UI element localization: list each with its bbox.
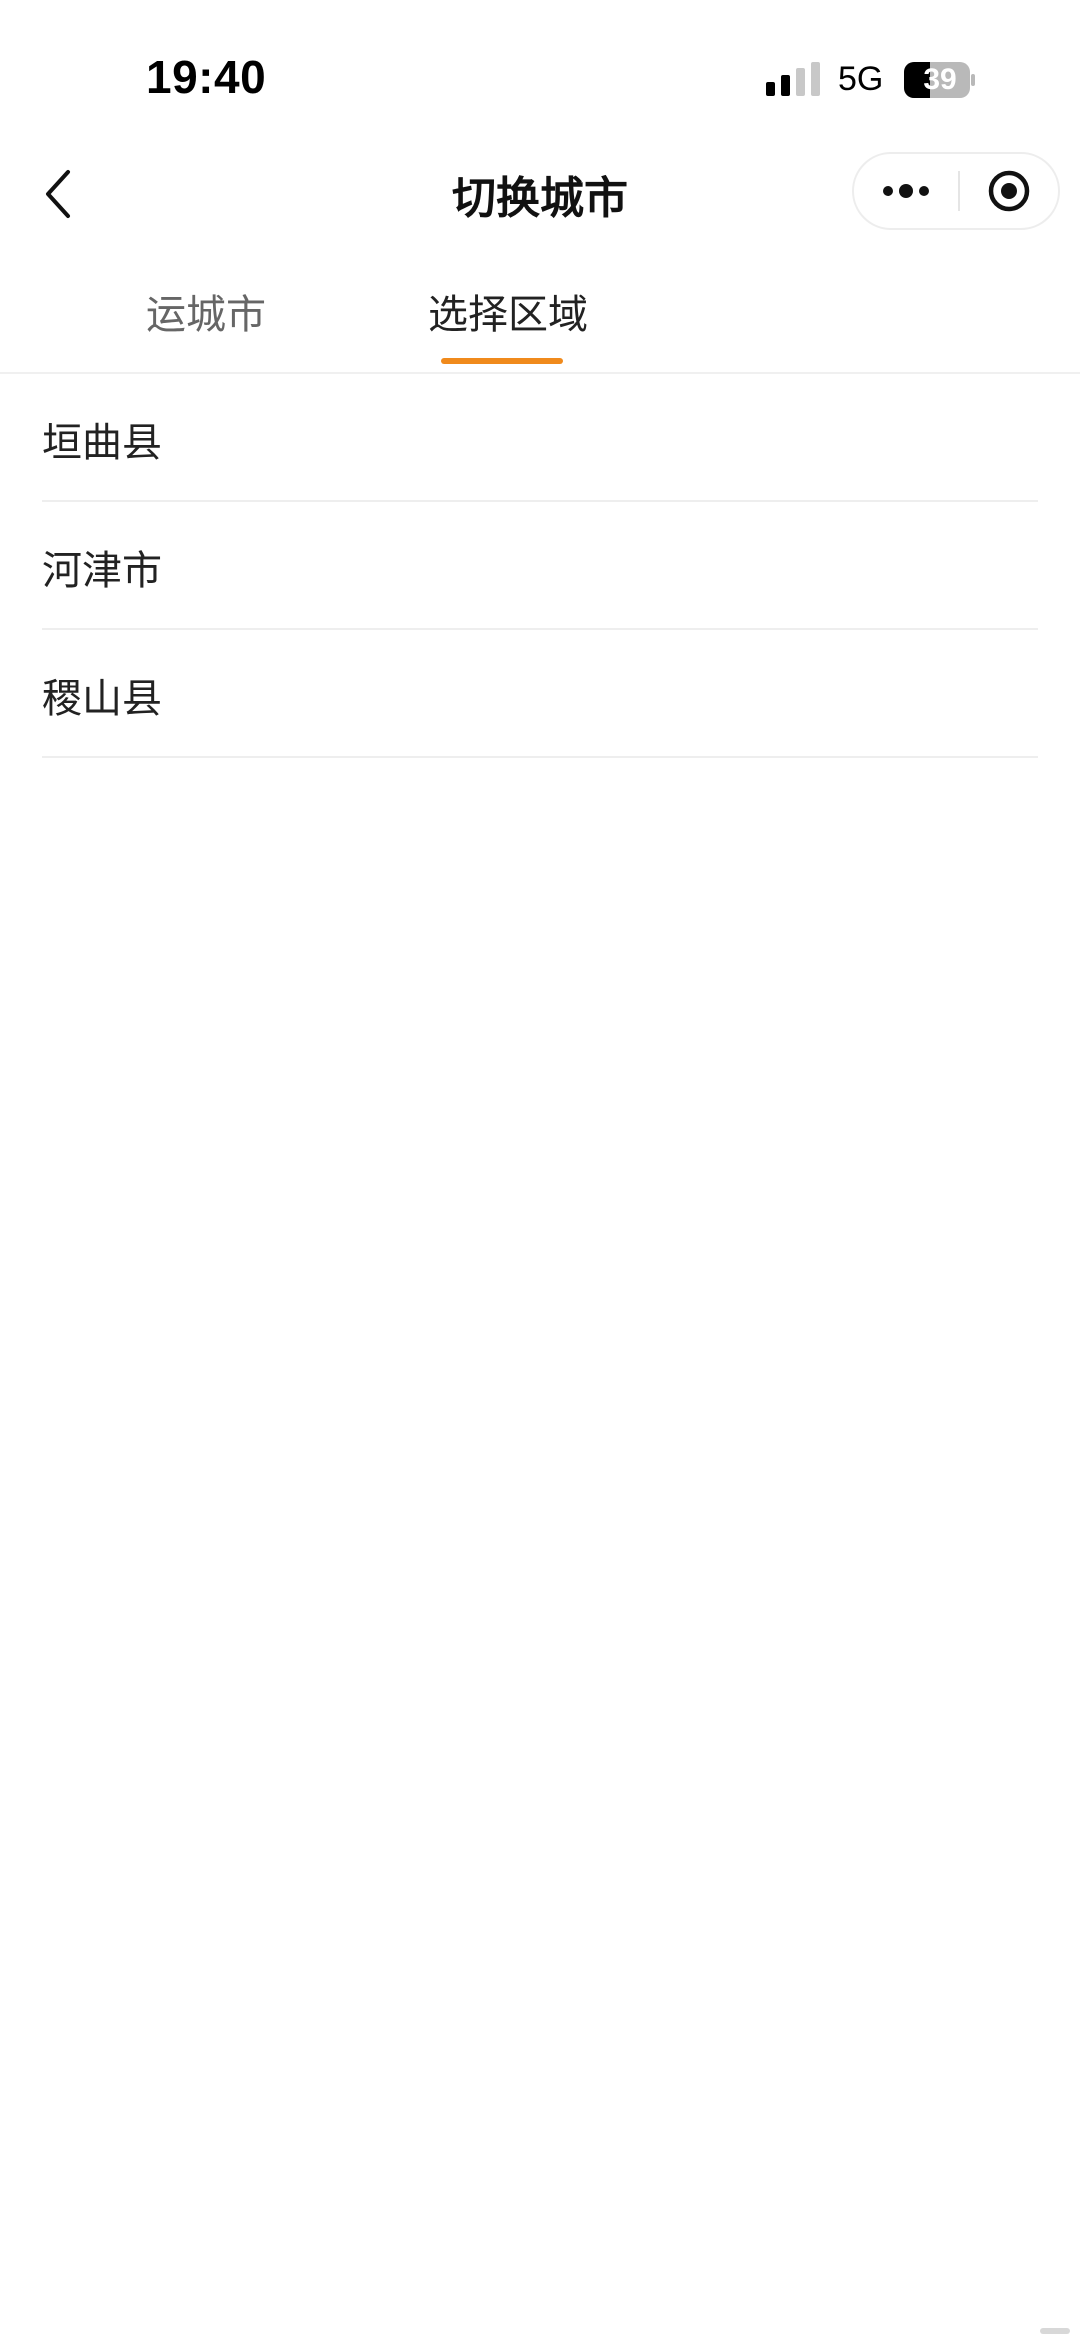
more-button[interactable] (854, 154, 958, 228)
target-circle-icon (988, 170, 1030, 212)
list-item-area[interactable]: 稷山县 (42, 630, 1038, 758)
status-bar: 19:40 5G 39 (0, 0, 1080, 140)
home-indicator (1040, 2328, 1070, 2334)
tab-bar: 运城市 选择区域 (0, 260, 1080, 374)
tab-city[interactable]: 运城市 (146, 282, 266, 340)
area-list: 垣曲县 河津市 稷山县 (42, 374, 1038, 758)
network-type: 5G (838, 60, 884, 98)
close-mini-program-button[interactable] (960, 154, 1058, 228)
battery-level: 39 (923, 63, 957, 96)
more-dots-icon (883, 184, 929, 198)
mini-program-capsule (852, 152, 1060, 230)
signal-bars-icon (766, 62, 820, 96)
list-item-area[interactable]: 垣曲县 (42, 374, 1038, 502)
nav-bar: 切换城市 (0, 140, 1080, 250)
list-item-area[interactable]: 河津市 (42, 502, 1038, 630)
active-tab-indicator (441, 358, 563, 364)
status-time: 19:40 (146, 51, 267, 103)
tab-select-area[interactable]: 选择区域 (428, 282, 588, 340)
